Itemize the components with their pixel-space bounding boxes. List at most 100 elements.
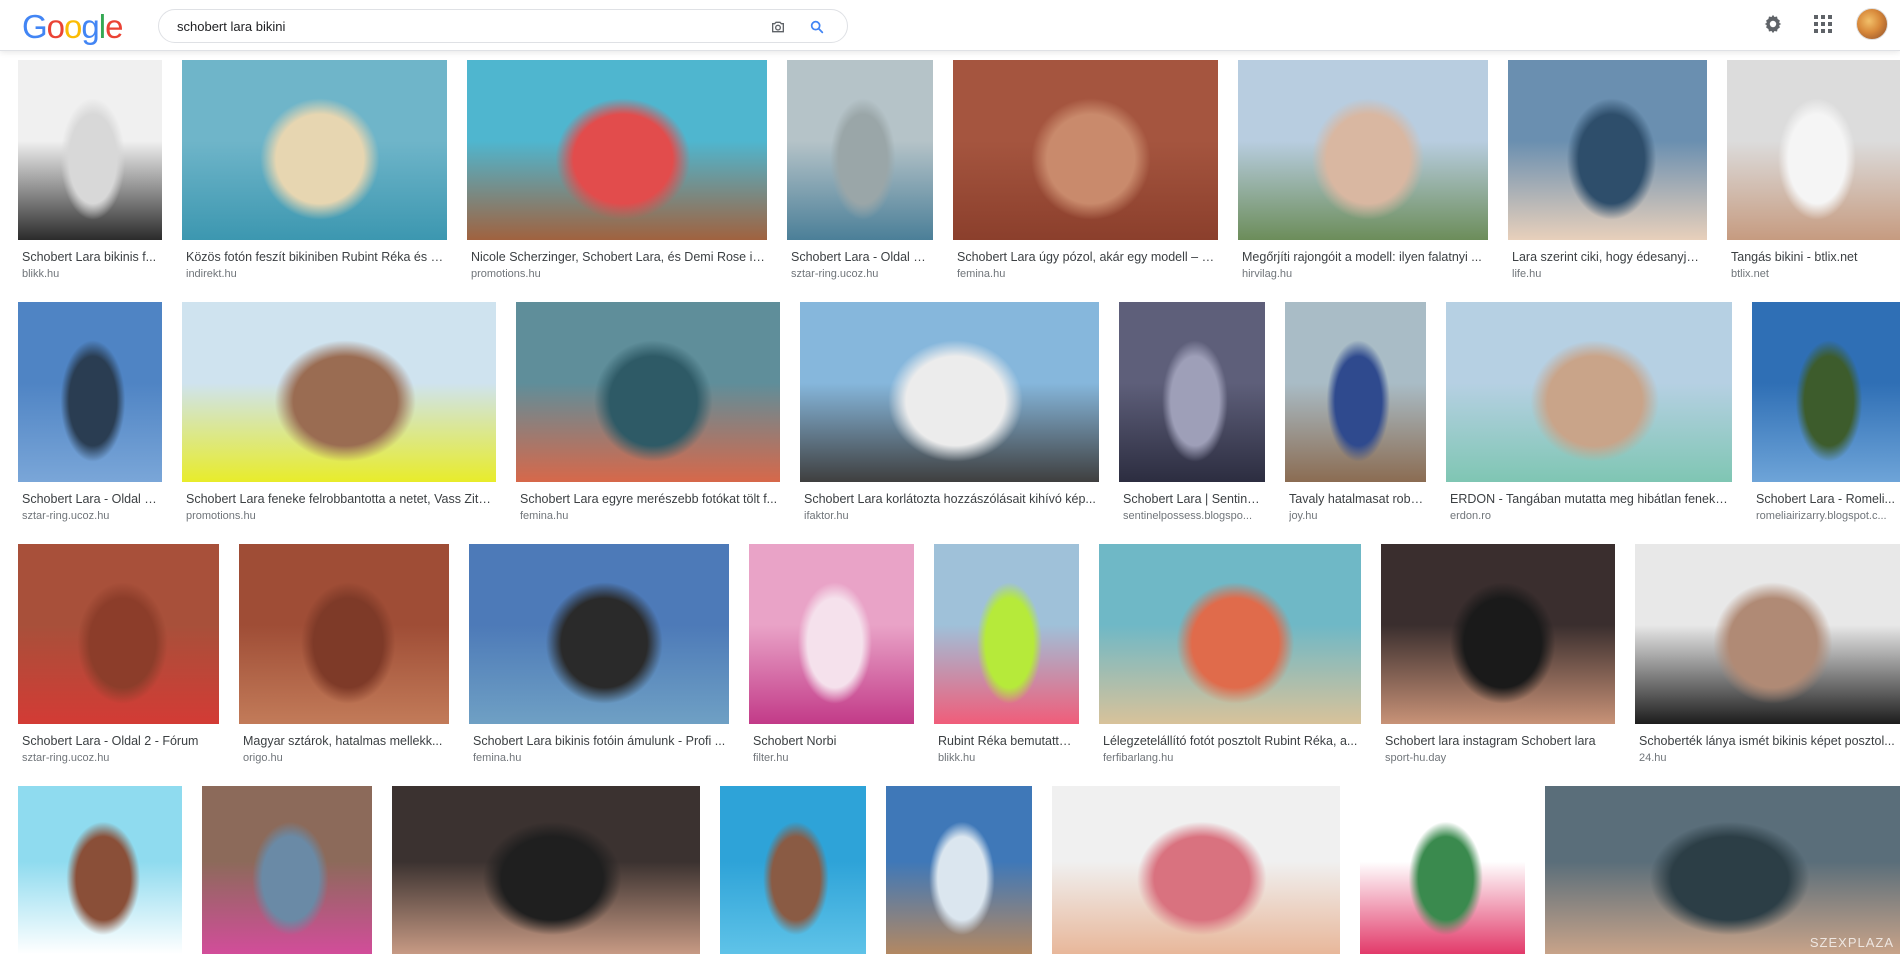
result-title[interactable]: Schoberték lánya ismét bikinis képet pos… — [1639, 733, 1898, 749]
result-thumbnail[interactable] — [1285, 302, 1426, 482]
result-thumbnail[interactable] — [469, 544, 729, 724]
google-logo[interactable]: Google — [22, 9, 123, 45]
result-domain[interactable]: femina.hu — [473, 751, 727, 765]
result-thumbnail[interactable] — [1099, 544, 1361, 724]
image-result[interactable]: SZEXPLAZA — [1545, 786, 1900, 954]
result-thumbnail[interactable] — [1446, 302, 1732, 482]
search-box[interactable]: schobert lara bikini — [158, 9, 848, 43]
result-title[interactable]: Lara szerint ciki, hogy édesanyja,... — [1512, 249, 1705, 265]
image-result[interactable]: Schoberték lánya ismét bikinis képet pos… — [1635, 544, 1900, 770]
image-result[interactable]: Nicole Scherzinger, Schobert Lara, és De… — [467, 60, 767, 286]
result-thumbnail[interactable] — [1635, 544, 1900, 724]
result-title[interactable]: Közös fotón feszít bikiniben Rubint Réka… — [186, 249, 445, 265]
result-thumbnail[interactable] — [18, 544, 219, 724]
result-domain[interactable]: sztar-ring.ucoz.hu — [791, 267, 931, 281]
result-domain[interactable]: promotions.hu — [471, 267, 765, 281]
result-title[interactable]: Schobert Lara - Oldal 2 - Fórum — [22, 733, 217, 749]
result-title[interactable]: Schobert Lara - Romeli... — [1756, 491, 1898, 507]
result-domain[interactable]: sport-hu.day — [1385, 751, 1613, 765]
result-thumbnail[interactable] — [239, 544, 449, 724]
image-result[interactable] — [720, 786, 866, 954]
image-result[interactable]: Schobert Lara feneke felrobbantotta a ne… — [182, 302, 496, 528]
result-domain[interactable]: joy.hu — [1289, 509, 1424, 523]
result-title[interactable]: Schobert Lara bikinis f... — [22, 249, 160, 265]
result-title[interactable]: ERDON - Tangában mutatta meg hibátlan fe… — [1450, 491, 1730, 507]
result-thumbnail[interactable] — [18, 302, 162, 482]
image-result[interactable]: Schobert Norbi filter.hu — [749, 544, 914, 770]
result-domain[interactable]: filter.hu — [753, 751, 912, 765]
image-result[interactable] — [18, 786, 182, 954]
apps-grid-icon[interactable] — [1813, 14, 1833, 34]
result-domain[interactable]: hirvilag.hu — [1242, 267, 1486, 281]
result-thumbnail[interactable] — [1119, 302, 1265, 482]
result-domain[interactable]: promotions.hu — [186, 509, 494, 523]
result-thumbnail[interactable] — [1052, 786, 1340, 954]
result-thumbnail[interactable] — [934, 544, 1079, 724]
result-title[interactable]: Rubint Réka bemutatta ... — [938, 733, 1077, 749]
image-result[interactable]: Közös fotón feszít bikiniben Rubint Réka… — [182, 60, 447, 286]
result-thumbnail[interactable] — [202, 786, 372, 954]
result-thumbnail[interactable] — [18, 786, 182, 954]
result-thumbnail[interactable]: SZEXPLAZA — [1545, 786, 1900, 954]
result-thumbnail[interactable] — [182, 60, 447, 240]
result-domain[interactable]: btlix.net — [1731, 267, 1898, 281]
result-thumbnail[interactable] — [18, 60, 162, 240]
result-title[interactable]: Tavaly hatalmasat robb... — [1289, 491, 1424, 507]
result-domain[interactable]: indirekt.hu — [186, 267, 445, 281]
image-result[interactable]: Rubint Réka bemutatta ... blikk.hu — [934, 544, 1079, 770]
result-title[interactable]: Megőrjíti rajongóit a modell: ilyen fala… — [1242, 249, 1486, 265]
result-domain[interactable]: erdon.ro — [1450, 509, 1730, 523]
result-domain[interactable]: sztar-ring.ucoz.hu — [22, 751, 217, 765]
image-result[interactable]: Schobert lara instagram Schobert lara spo… — [1381, 544, 1615, 770]
result-domain[interactable]: femina.hu — [957, 267, 1216, 281]
result-domain[interactable]: life.hu — [1512, 267, 1705, 281]
image-result[interactable]: Lélegzetelállító fotót posztolt Rubint R… — [1099, 544, 1361, 770]
image-result[interactable]: ERDON - Tangában mutatta meg hibátlan fe… — [1446, 302, 1732, 528]
image-result[interactable]: Magyar sztárok, hatalmas mellekk... origo… — [239, 544, 449, 770]
result-title[interactable]: Schobert Lara korlátozta hozzászólásait … — [804, 491, 1097, 507]
result-thumbnail[interactable] — [953, 60, 1218, 240]
result-title[interactable]: Tangás bikini - btlix.net — [1731, 249, 1898, 265]
result-title[interactable]: Lélegzetelállító fotót posztolt Rubint R… — [1103, 733, 1359, 749]
image-result[interactable]: Schobert Lara - Oldal 2 - Fórum sztar-rin… — [18, 544, 219, 770]
image-result[interactable]: Schobert Lara - Romeli... romeliairizarry… — [1752, 302, 1900, 528]
result-domain[interactable]: blikk.hu — [938, 751, 1077, 765]
result-domain[interactable]: 24.hu — [1639, 751, 1898, 765]
gear-icon[interactable] — [1762, 13, 1784, 35]
result-thumbnail[interactable] — [800, 302, 1099, 482]
result-title[interactable]: Schobert Norbi — [753, 733, 912, 749]
result-domain[interactable]: origo.hu — [243, 751, 447, 765]
search-input[interactable]: schobert lara bikini — [177, 10, 285, 44]
result-title[interactable]: Schobert Lara | Sentine... — [1123, 491, 1263, 507]
result-domain[interactable]: sentinelpossess.blogspo... — [1123, 509, 1263, 523]
result-domain[interactable]: romeliairizarry.blogspot.c... — [1756, 509, 1898, 523]
result-thumbnail[interactable] — [1381, 544, 1615, 724]
result-domain[interactable]: sztar-ring.ucoz.hu — [22, 509, 160, 523]
result-domain[interactable]: ferfibarlang.hu — [1103, 751, 1359, 765]
image-result[interactable]: Megőrjíti rajongóit a modell: ilyen fala… — [1238, 60, 1488, 286]
image-result[interactable]: Schobert Lara - Oldal 4 ... sztar-ring.uc… — [787, 60, 933, 286]
result-title[interactable]: Schobert Lara - Oldal 4 ... — [22, 491, 160, 507]
image-result[interactable]: Schobert Lara úgy pózol, akár egy modell… — [953, 60, 1218, 286]
result-thumbnail[interactable] — [182, 302, 496, 482]
result-thumbnail[interactable] — [1360, 786, 1525, 954]
result-title[interactable]: Schobert Lara úgy pózol, akár egy modell… — [957, 249, 1216, 265]
result-thumbnail[interactable] — [787, 60, 933, 240]
result-title[interactable]: Magyar sztárok, hatalmas mellekk... — [243, 733, 447, 749]
camera-icon[interactable] — [770, 19, 786, 35]
result-thumbnail[interactable] — [1508, 60, 1707, 240]
image-result[interactable]: Tangás bikini - btlix.net btlix.net — [1727, 60, 1900, 286]
image-result[interactable] — [1360, 786, 1525, 954]
image-result[interactable] — [886, 786, 1032, 954]
result-domain[interactable]: blikk.hu — [22, 267, 160, 281]
result-title[interactable]: Schobert lara instagram Schobert lara — [1385, 733, 1613, 749]
image-result[interactable]: Schobert Lara egyre merészebb fotókat tö… — [516, 302, 780, 528]
result-thumbnail[interactable] — [1752, 302, 1900, 482]
result-title[interactable]: Schobert Lara - Oldal 4 ... — [791, 249, 931, 265]
avatar[interactable] — [1856, 8, 1888, 40]
image-result[interactable]: Tavaly hatalmasat robb... joy.hu — [1285, 302, 1426, 528]
result-thumbnail[interactable] — [720, 786, 866, 954]
result-thumbnail[interactable] — [467, 60, 767, 240]
result-title[interactable]: Schobert Lara egyre merészebb fotókat tö… — [520, 491, 778, 507]
image-result[interactable]: Schobert Lara | Sentine... sentinelposses… — [1119, 302, 1265, 528]
